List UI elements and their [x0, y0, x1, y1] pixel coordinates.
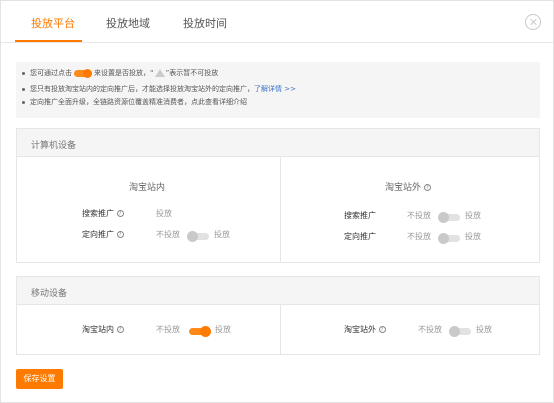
toggle-knob: [200, 326, 211, 337]
notice-line-3[interactable]: 定向推广全面升级，全链路资源位覆盖精准消费者，点此查看详细介绍: [22, 97, 247, 107]
inside-column-title: 淘宝站内: [129, 183, 166, 193]
notice-line1-mid: 来设置是否投放，“: [94, 69, 154, 77]
notice-line-1: 您可通过点击 来设置是否投放，“ ”表示暂不可投放: [22, 68, 218, 78]
outside-targeting-label: 定向推广: [344, 232, 376, 241]
tab-time[interactable]: 投放时间: [183, 15, 227, 31]
panel-header: 移动设备: [17, 277, 539, 305]
column-divider: [280, 157, 281, 262]
bullet-icon: [22, 100, 25, 104]
help-icon[interactable]: ?: [116, 231, 124, 238]
active-tab-indicator: [15, 40, 82, 42]
bullet-icon: [22, 71, 25, 75]
outside-targeting-toggle[interactable]: [438, 233, 460, 244]
save-settings-button[interactable]: 保存设置: [16, 369, 63, 389]
toggle-knob: [187, 231, 198, 242]
panel-title: 计算机设备: [31, 141, 77, 151]
tab-region[interactable]: 投放地域: [106, 15, 150, 31]
notice-line2-text: 您只有投放淘宝站内的定向推广后，才能选择投放淘宝站外的定向推广，: [30, 85, 254, 93]
panel-header: 计算机设备: [17, 129, 539, 157]
outside-targeting-on-label: 投放: [465, 232, 481, 241]
outside-search-off-label: 不投放: [407, 211, 431, 220]
inside-targeting-on-label: 投放: [214, 230, 230, 239]
outside-search-on-label: 投放: [465, 211, 481, 220]
learn-more-link[interactable]: 了解详情 >>: [254, 85, 296, 93]
mobile-inside-on-label: 投放: [215, 325, 231, 334]
mobile-device-panel: 移动设备 淘宝站内 ? 不投放 投放 淘宝站外 ? 不投放 投放: [16, 276, 540, 355]
toggle-knob: [438, 212, 449, 223]
toggle-knob: [449, 326, 460, 337]
outside-search-toggle[interactable]: [438, 212, 460, 223]
placement-settings-dialog: 投放平台 投放地域 投放时间 您可通过点击 来设置是否投放，“ ”表示暂不可投放 您…: [0, 0, 554, 403]
notice-line1-prefix: 您可通过点击: [30, 69, 72, 77]
panel-title: 移动设备: [31, 289, 68, 299]
mobile-outside-off-label: 不投放: [418, 325, 442, 334]
outside-column-title: 淘宝站外 ?: [385, 180, 431, 193]
help-icon[interactable]: ?: [378, 326, 386, 333]
help-icon[interactable]: ?: [423, 184, 431, 191]
outside-search-label: 搜索推广: [344, 211, 376, 220]
mobile-outside-on-label: 投放: [476, 325, 492, 334]
inside-search-label: 搜索推广 ?: [82, 208, 124, 219]
notice-line1-suffix: ”表示暂不可投放: [165, 69, 219, 77]
mobile-inside-toggle[interactable]: [189, 326, 211, 337]
inside-targeting-label: 定向推广 ?: [82, 229, 124, 240]
notice-line-2: 您只有投放淘宝站内的定向推广后，才能选择投放淘宝站外的定向推广，了解详情 >>: [22, 84, 296, 94]
tab-platform[interactable]: 投放平台: [31, 15, 75, 31]
inside-search-status: 投放: [156, 209, 172, 218]
outside-targeting-off-label: 不投放: [407, 232, 431, 241]
inside-targeting-off-label: 不投放: [156, 230, 180, 239]
warning-triangle-icon: [154, 69, 165, 77]
notice-box: 您可通过点击 来设置是否投放，“ ”表示暂不可投放 您只有投放淘宝站内的定向推广后，…: [16, 62, 540, 118]
toggle-on-icon: [74, 68, 92, 78]
inside-targeting-toggle[interactable]: [187, 231, 209, 242]
bullet-icon: [22, 87, 25, 91]
help-icon[interactable]: ?: [116, 210, 124, 217]
help-icon[interactable]: ?: [116, 326, 124, 333]
toggle-knob: [438, 233, 449, 244]
mobile-inside-off-label: 不投放: [156, 325, 180, 334]
notice-line3-text[interactable]: 定向推广全面升级，全链路资源位覆盖精准消费者，点此查看详细介绍: [30, 98, 247, 106]
mobile-outside-toggle[interactable]: [449, 326, 471, 337]
close-icon[interactable]: [525, 14, 541, 30]
column-divider: [280, 305, 281, 354]
mobile-inside-label: 淘宝站内 ?: [82, 324, 124, 335]
computer-device-panel: 计算机设备 淘宝站内 搜索推广 ? 投放 定向推广 ? 不投放 投放 淘宝站外 …: [16, 128, 540, 263]
tab-bar: 投放平台 投放地域 投放时间: [1, 1, 554, 43]
mobile-outside-label: 淘宝站外 ?: [344, 324, 386, 335]
